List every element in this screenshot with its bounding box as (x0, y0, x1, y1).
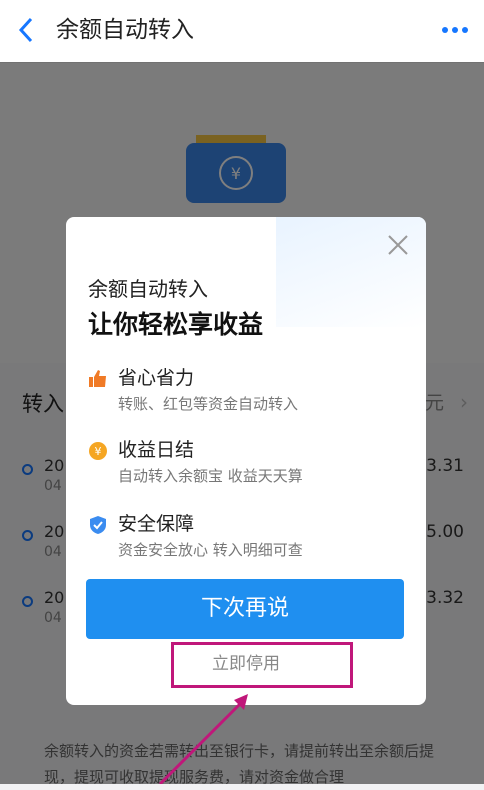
more-icon[interactable] (440, 20, 470, 40)
svg-text:¥: ¥ (95, 445, 102, 458)
dialog-subtitle: 余额自动转入 (88, 277, 208, 301)
page-title: 余额自动转入 (56, 17, 194, 43)
later-button[interactable]: 下次再说 (86, 579, 404, 639)
feature-desc: 自动转入余额宝 收益天天算 (118, 467, 303, 485)
feature-title: 安全保障 (118, 513, 195, 535)
header: 余额自动转入 (0, 0, 484, 63)
shield-icon (90, 516, 106, 534)
feature-item: 安全保障 资金安全放心 转入明细可查 (88, 509, 408, 569)
feature-desc: 资金安全放心 转入明细可查 (118, 541, 303, 559)
feature-item: 省心省力 转账、红包等资金自动转入 (88, 363, 408, 423)
pointer-arrow-icon (158, 694, 248, 784)
back-icon[interactable] (14, 13, 40, 47)
feature-title: 省心省力 (118, 367, 195, 389)
feature-desc: 转账、红包等资金自动转入 (118, 395, 299, 413)
thumbs-up-icon (89, 370, 106, 387)
feature-title: 收益日结 (118, 439, 195, 461)
dialog-headline: 让你轻松享收益 (88, 310, 264, 339)
auto-transfer-dialog: 余额自动转入 让你轻松享收益 省心省力 转账、红包等资金自动转入 ¥ 收益日结 … (66, 217, 426, 705)
highlight-box (171, 642, 353, 688)
feature-item: ¥ 收益日结 自动转入余额宝 收益天天算 (88, 435, 408, 495)
coin-icon: ¥ (89, 442, 107, 460)
close-icon[interactable] (384, 231, 412, 259)
